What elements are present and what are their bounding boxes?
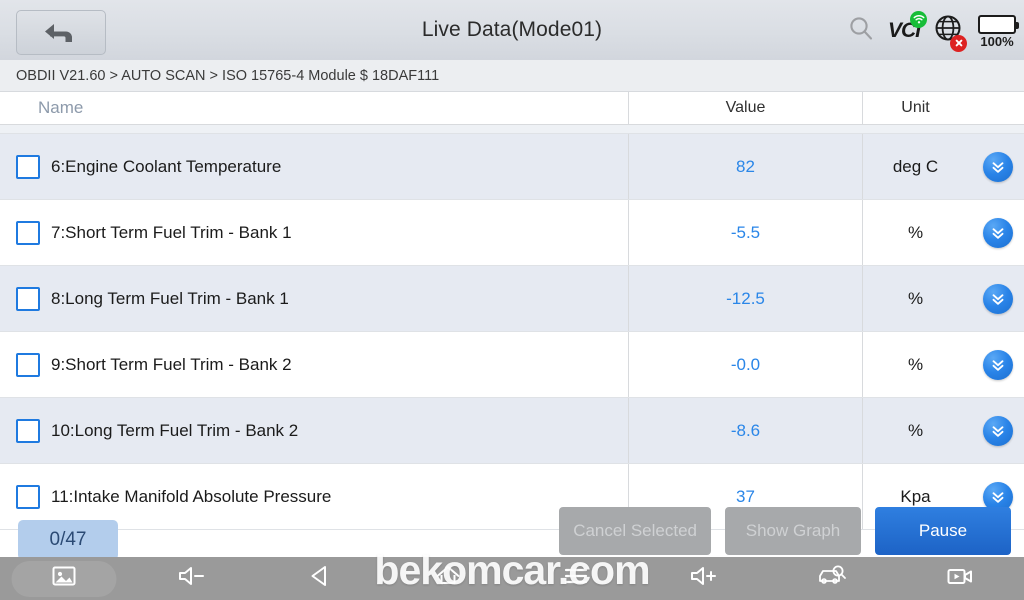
table-header: Name Value Unit [0, 92, 1024, 125]
live-data-screen: Live Data(Mode01) VCI 100% OBDII V21.60 … [0, 0, 1024, 600]
row-checkbox[interactable] [16, 286, 40, 311]
row-expand-button[interactable] [983, 349, 1013, 380]
vehicle-scan-button[interactable] [768, 557, 896, 600]
table-row[interactable]: 9:Short Term Fuel Trim - Bank 2 -0.0% [0, 332, 1024, 398]
cancel-selected-button[interactable]: Cancel Selected [559, 507, 711, 555]
network-status-icon[interactable] [933, 13, 967, 52]
row-name-label: 9:Short Term Fuel Trim - Bank 2 [51, 354, 292, 374]
pause-button[interactable]: Pause [875, 507, 1011, 555]
row-checkbox[interactable] [16, 220, 40, 245]
show-graph-button[interactable]: Show Graph [725, 507, 861, 555]
volume-up-icon [688, 564, 720, 593]
breadcrumb[interactable]: OBDII V21.60 > AUTO SCAN > ISO 15765-4 M… [0, 60, 1024, 92]
row-name-label: 8:Long Term Fuel Trim - Bank 1 [51, 288, 289, 308]
row-value-cell: -5.5 [628, 200, 862, 265]
top-bar: Live Data(Mode01) VCI 100% [0, 0, 1024, 60]
screen-record-icon [945, 564, 975, 593]
home-icon [434, 563, 462, 594]
row-value-cell: 82 [628, 134, 862, 199]
row-name-cell: 7:Short Term Fuel Trim - Bank 1 [0, 200, 628, 265]
chevron-double-down-icon [992, 491, 1004, 503]
column-header-unit: Unit [862, 92, 1024, 124]
volume-down-icon [176, 564, 208, 593]
row-expand-button[interactable] [983, 415, 1013, 446]
vci-status-icon[interactable]: VCI [888, 10, 927, 41]
row-name-label: 11:Intake Manifold Absolute Pressure [51, 486, 332, 506]
row-name-label: 7:Short Term Fuel Trim - Bank 1 [51, 222, 292, 242]
row-expand-button[interactable] [983, 217, 1013, 248]
volume-down-button[interactable] [128, 557, 256, 600]
column-header-name: Name [38, 98, 84, 117]
wifi-icon [910, 10, 927, 28]
screen-record-button[interactable] [896, 557, 1024, 600]
data-rows-list[interactable]: 6:Engine Coolant Temperature 82 deg C 7:Sho… [0, 125, 1024, 530]
battery-percent-label: 100% [980, 33, 1014, 49]
chevron-double-down-icon [992, 227, 1004, 239]
battery-full-icon [978, 14, 1019, 34]
back-triangle-icon [307, 563, 333, 594]
list-scroll-spacer [0, 125, 1024, 134]
screenshot-button[interactable] [0, 557, 128, 600]
table-row[interactable]: 10:Long Term Fuel Trim - Bank 2 -8.6% [0, 398, 1024, 464]
row-name-cell: 10:Long Term Fuel Trim - Bank 2 [0, 398, 628, 463]
recent-apps-button-nav[interactable] [512, 557, 640, 600]
column-header-value: Value [628, 92, 862, 124]
close-x-icon [950, 34, 967, 52]
row-expand-button[interactable] [983, 151, 1013, 182]
chevron-double-down-icon [992, 161, 1004, 173]
row-value-cell: -12.5 [628, 266, 862, 331]
chevron-double-down-icon [992, 425, 1004, 437]
table-row[interactable]: 7:Short Term Fuel Trim - Bank 1 -5.5% [0, 200, 1024, 266]
table-row[interactable]: 6:Engine Coolant Temperature 82 deg C [0, 134, 1024, 200]
row-checkbox[interactable] [16, 154, 40, 179]
table-row[interactable]: 8:Long Term Fuel Trim - Bank 1 -12.5% [0, 266, 1024, 332]
row-name-cell: 8:Long Term Fuel Trim - Bank 1 [0, 266, 628, 331]
menu-icon [562, 564, 590, 593]
row-checkbox[interactable] [16, 418, 40, 443]
row-expand-button[interactable] [983, 283, 1013, 314]
table-row[interactable]: 11:Intake Manifold Absolute Pressure 37 Kp… [0, 464, 1024, 530]
status-icon-tray: VCI 100% [847, 0, 1019, 60]
row-value-cell: -8.6 [628, 398, 862, 463]
row-name-label: 10:Long Term Fuel Trim - Bank 2 [51, 420, 299, 440]
row-name-cell: 6:Engine Coolant Temperature [0, 134, 628, 199]
chevron-double-down-icon [992, 293, 1004, 305]
selection-counter: 0/47 [18, 520, 118, 560]
android-navigation-bar [0, 557, 1024, 600]
home-button-nav[interactable] [384, 557, 512, 600]
row-name-cell: 9:Short Term Fuel Trim - Bank 2 [0, 332, 628, 397]
row-name-label: 6:Engine Coolant Temperature [51, 156, 282, 176]
row-checkbox[interactable] [16, 484, 40, 509]
row-value-cell: -0.0 [628, 332, 862, 397]
car-scan-icon [816, 564, 848, 593]
search-icon[interactable] [847, 14, 875, 47]
row-checkbox[interactable] [16, 352, 40, 377]
volume-up-button[interactable] [640, 557, 768, 600]
chevron-double-down-icon [992, 359, 1004, 371]
back-button-nav[interactable] [256, 557, 384, 600]
battery-status[interactable]: 100% [978, 14, 1019, 49]
